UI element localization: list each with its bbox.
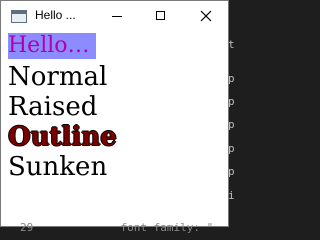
normal-label: Normal bbox=[8, 62, 108, 92]
window-content: Hello… Normal Raised Outline Sunken bbox=[8, 31, 228, 226]
window-title: Hello ... bbox=[35, 8, 76, 22]
background-footer: 29 font family: " bbox=[20, 221, 213, 234]
app-window[interactable]: Hello ... Hello… Normal Raised Outline S… bbox=[0, 0, 229, 227]
raised-label: Raised bbox=[8, 92, 98, 122]
maximize-icon bbox=[156, 11, 165, 20]
minimize-button[interactable] bbox=[95, 1, 140, 31]
hello-label: Hello… bbox=[8, 33, 96, 59]
background-code-edge: t p p p p p i bbox=[228, 38, 236, 218]
close-button[interactable] bbox=[183, 1, 228, 31]
maximize-button[interactable] bbox=[138, 1, 183, 31]
close-icon bbox=[200, 10, 212, 22]
minimize-icon bbox=[112, 16, 122, 17]
line-number: 29 bbox=[20, 221, 34, 234]
background-code-text: font family: " bbox=[120, 221, 214, 234]
sunken-label: Sunken bbox=[8, 152, 108, 182]
window-titlebar[interactable]: Hello ... bbox=[1, 1, 228, 31]
outline-label: Outline bbox=[8, 122, 117, 152]
window-icon bbox=[11, 10, 27, 23]
